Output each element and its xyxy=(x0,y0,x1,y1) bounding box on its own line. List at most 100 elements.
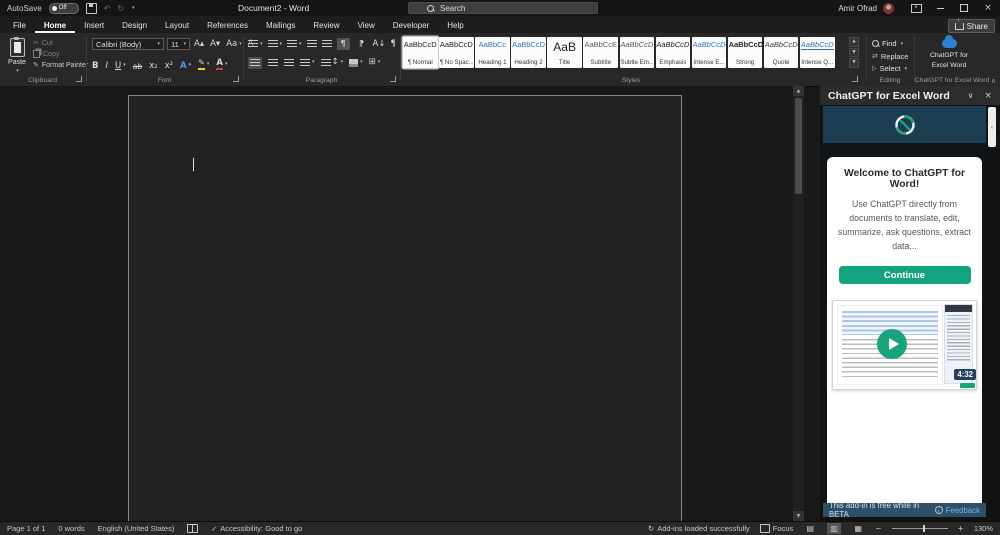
styles-scroll-up-icon[interactable]: ▲ xyxy=(849,37,859,47)
tab-file[interactable]: File xyxy=(4,16,35,33)
rtl-text-direction-button[interactable]: ¶ xyxy=(355,38,368,50)
vertical-scrollbar[interactable]: ▲ ▼ xyxy=(793,86,804,521)
autosave-toggle[interactable]: Off xyxy=(49,3,79,14)
page-indicator[interactable]: Page 1 of 1 xyxy=(7,524,45,533)
addins-status[interactable]: ↻ Add-ins loaded successfully xyxy=(648,524,750,533)
grow-font-button[interactable]: A▴ xyxy=(194,40,204,49)
shading-button[interactable]: ▾ xyxy=(349,59,363,67)
styles-gallery-more-icon[interactable]: ▼ xyxy=(849,58,859,68)
style-card[interactable]: AaBbCcESubtitle xyxy=(583,37,618,68)
print-layout-button[interactable]: ▥ xyxy=(827,523,841,534)
tab-insert[interactable]: Insert xyxy=(75,16,113,33)
tab-mailings[interactable]: Mailings xyxy=(257,16,304,33)
style-card[interactable]: AaBbCcDc¶ No Spac... xyxy=(439,37,474,68)
bold-button[interactable]: B xyxy=(92,62,98,71)
borders-button[interactable]: ⊞▾ xyxy=(369,58,381,67)
clipboard-dialog-launcher[interactable] xyxy=(76,76,82,82)
read-mode-button[interactable]: ▤ xyxy=(803,523,817,534)
zoom-in-icon[interactable]: + xyxy=(958,524,964,533)
strikethrough-button[interactable]: ab xyxy=(133,63,142,71)
align-right-button[interactable] xyxy=(284,59,294,67)
numbering-button[interactable]: ▾ xyxy=(268,40,283,48)
tab-design[interactable]: Design xyxy=(113,16,156,33)
justify-button[interactable]: ▾ xyxy=(300,59,315,67)
bullets-button[interactable]: ▾ xyxy=(248,40,263,48)
shrink-font-button[interactable]: A▾ xyxy=(210,40,220,49)
info-icon[interactable]: i xyxy=(935,506,943,514)
find-button[interactable]: Find ▾ xyxy=(872,39,908,48)
style-card[interactable]: AaBbCcDcSubtle Em... xyxy=(620,37,655,68)
decrease-indent-button[interactable] xyxy=(307,40,317,48)
save-icon[interactable] xyxy=(86,3,97,14)
zoom-level[interactable]: 130% xyxy=(974,524,993,533)
redo-icon[interactable]: ↻ xyxy=(117,4,124,13)
styles-scroll-down-icon[interactable]: ▼ xyxy=(849,48,859,58)
subscript-button[interactable]: x₂ xyxy=(149,62,157,71)
change-case-button[interactable]: Aa▾ xyxy=(226,40,242,49)
ribbon-display-options-button[interactable]: ∧ xyxy=(904,0,928,16)
intro-video-thumbnail[interactable]: 4:32 xyxy=(832,300,977,390)
style-card[interactable]: AaBbCcDcStrong xyxy=(728,37,763,68)
style-card[interactable]: AaBbCcDcQuote xyxy=(764,37,799,68)
feedback-link[interactable]: Feedback xyxy=(946,506,980,515)
style-card[interactable]: AaBTitle xyxy=(547,37,582,68)
show-formatting-marks-button[interactable]: ¶ xyxy=(390,40,395,49)
underline-button[interactable]: U▾ xyxy=(115,62,126,71)
italic-button[interactable]: I xyxy=(105,62,108,71)
language-indicator[interactable]: English (United States) xyxy=(98,524,175,533)
font-color-button[interactable]: A▾ xyxy=(216,59,227,71)
style-card[interactable]: AaBbCcHeading 1 xyxy=(475,37,510,68)
font-dialog-launcher[interactable] xyxy=(233,76,239,82)
minimize-button[interactable] xyxy=(928,0,952,16)
tab-references[interactable]: References xyxy=(198,16,257,33)
word-count[interactable]: 0 words xyxy=(58,524,84,533)
web-layout-button[interactable]: ▦ xyxy=(851,523,865,534)
user-name[interactable]: Amir Ofrad xyxy=(838,4,877,13)
text-effects-button[interactable]: A▾ xyxy=(180,62,191,71)
document-page[interactable] xyxy=(128,95,682,535)
replace-button[interactable]: ⇄ Replace xyxy=(872,52,908,61)
focus-button[interactable]: Focus xyxy=(760,524,793,533)
tab-review[interactable]: Review xyxy=(304,16,348,33)
font-size-combo[interactable]: 11 ▾ xyxy=(167,38,190,50)
close-button[interactable]: × xyxy=(976,0,1000,16)
undo-icon[interactable]: ↶ xyxy=(104,4,111,13)
format-painter-button[interactable]: ✎ Format Painter xyxy=(33,61,88,69)
continue-button[interactable]: Continue xyxy=(839,266,971,284)
zoom-out-icon[interactable]: − xyxy=(875,524,881,533)
paste-button[interactable]: Paste ▾ xyxy=(5,38,29,80)
copy-button[interactable]: Copy xyxy=(33,50,59,58)
customize-qat-icon[interactable]: ▾ xyxy=(132,5,135,11)
tab-layout[interactable]: Layout xyxy=(156,16,198,33)
style-card[interactable]: AaBbCcDcIntense Q... xyxy=(800,37,835,68)
increase-indent-button[interactable] xyxy=(322,40,332,48)
multilevel-list-button[interactable]: ▾ xyxy=(287,40,302,48)
tab-view[interactable]: View xyxy=(349,16,384,33)
style-card[interactable]: AaBbCcDcEmphasis xyxy=(656,37,691,68)
style-card[interactable]: AaBbCcDc¶ Normal xyxy=(403,37,438,68)
cut-button[interactable]: ✂ Cut xyxy=(33,39,53,47)
sort-button[interactable]: A↓ xyxy=(373,40,386,49)
chatgpt-addin-button[interactable]: ChatGPT for Excel Word xyxy=(918,39,980,71)
pane-collapse-handle[interactable]: ‹ xyxy=(988,107,996,147)
text-highlight-color-button[interactable]: ✎▾ xyxy=(198,59,209,70)
task-pane-close-icon[interactable]: × xyxy=(984,91,992,101)
align-center-button[interactable] xyxy=(268,59,278,67)
share-button[interactable]: Share xyxy=(948,19,995,33)
style-card[interactable]: AaBbCcDHeading 2 xyxy=(511,37,546,68)
scrollbar-thumb[interactable] xyxy=(795,98,802,194)
tab-home[interactable]: Home xyxy=(35,16,75,33)
accessibility-status[interactable]: ✓ Accessibility: Good to go xyxy=(211,524,302,533)
scroll-down-icon[interactable]: ▼ xyxy=(793,511,804,521)
font-name-combo[interactable]: Calibri (Body) ▾ xyxy=(92,38,164,50)
task-pane-options-icon[interactable]: ∨ xyxy=(968,91,974,100)
avatar[interactable] xyxy=(883,3,894,14)
select-button[interactable]: ▷ Select ▾ xyxy=(872,64,908,73)
tab-developer[interactable]: Developer xyxy=(384,16,438,33)
ltr-text-direction-button[interactable]: ¶ xyxy=(337,38,350,50)
collapse-ribbon-icon[interactable]: ∧ xyxy=(991,77,996,85)
superscript-button[interactable]: x² xyxy=(165,62,173,71)
zoom-slider[interactable] xyxy=(892,528,948,529)
tab-help[interactable]: Help xyxy=(438,16,472,33)
style-card[interactable]: AaBbCcDcIntense E... xyxy=(692,37,727,68)
